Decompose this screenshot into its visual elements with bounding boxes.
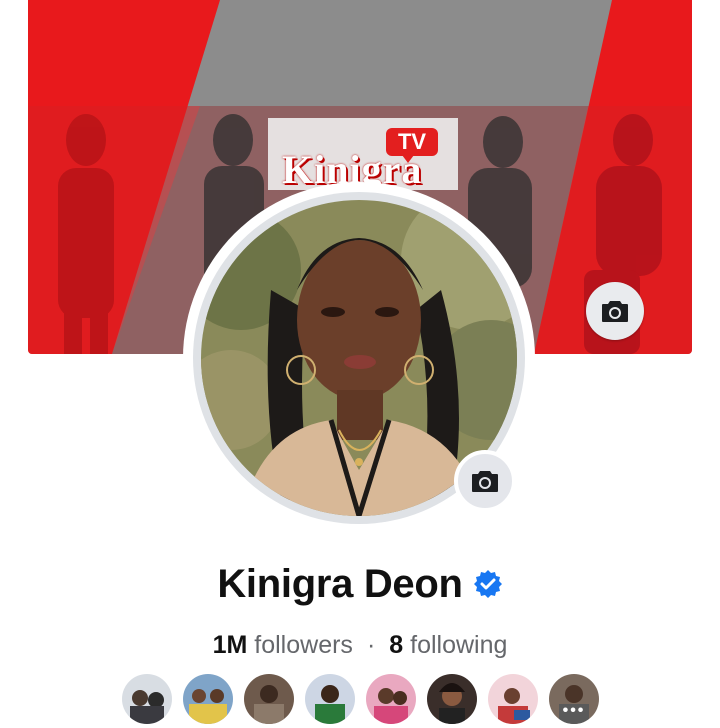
more-followers-indicator: ••• (562, 702, 586, 719)
camera-icon (472, 471, 498, 492)
avatar-camera-button[interactable] (454, 450, 516, 512)
profile-stats: 1M followers · 8 following (0, 628, 720, 662)
cover-camera-button[interactable] (586, 282, 644, 340)
cover-brand-logo: TV Kinigra (282, 128, 442, 192)
follower-avatar[interactable] (303, 672, 357, 726)
follower-avatar[interactable] (486, 672, 540, 726)
follower-avatar[interactable] (364, 672, 418, 726)
camera-icon (602, 301, 628, 322)
following-link[interactable]: 8 following (389, 631, 507, 660)
follower-avatar[interactable] (120, 672, 174, 726)
verified-badge-icon (473, 570, 502, 598)
follower-avatar[interactable] (425, 672, 479, 726)
profile-name: Kinigra Deon (217, 561, 463, 606)
followers-count: 1M (212, 630, 248, 659)
follower-avatar[interactable] (181, 672, 235, 726)
following-label: following (410, 630, 508, 659)
followers-link[interactable]: 1M followers (213, 631, 353, 660)
stats-separator: · (366, 630, 376, 659)
following-count: 8 (389, 630, 404, 659)
follower-avatar-more[interactable]: ••• (547, 672, 601, 726)
followers-label: followers (254, 630, 353, 659)
profile-name-row: Kinigra Deon (0, 558, 720, 610)
follower-avatar[interactable] (242, 672, 296, 726)
